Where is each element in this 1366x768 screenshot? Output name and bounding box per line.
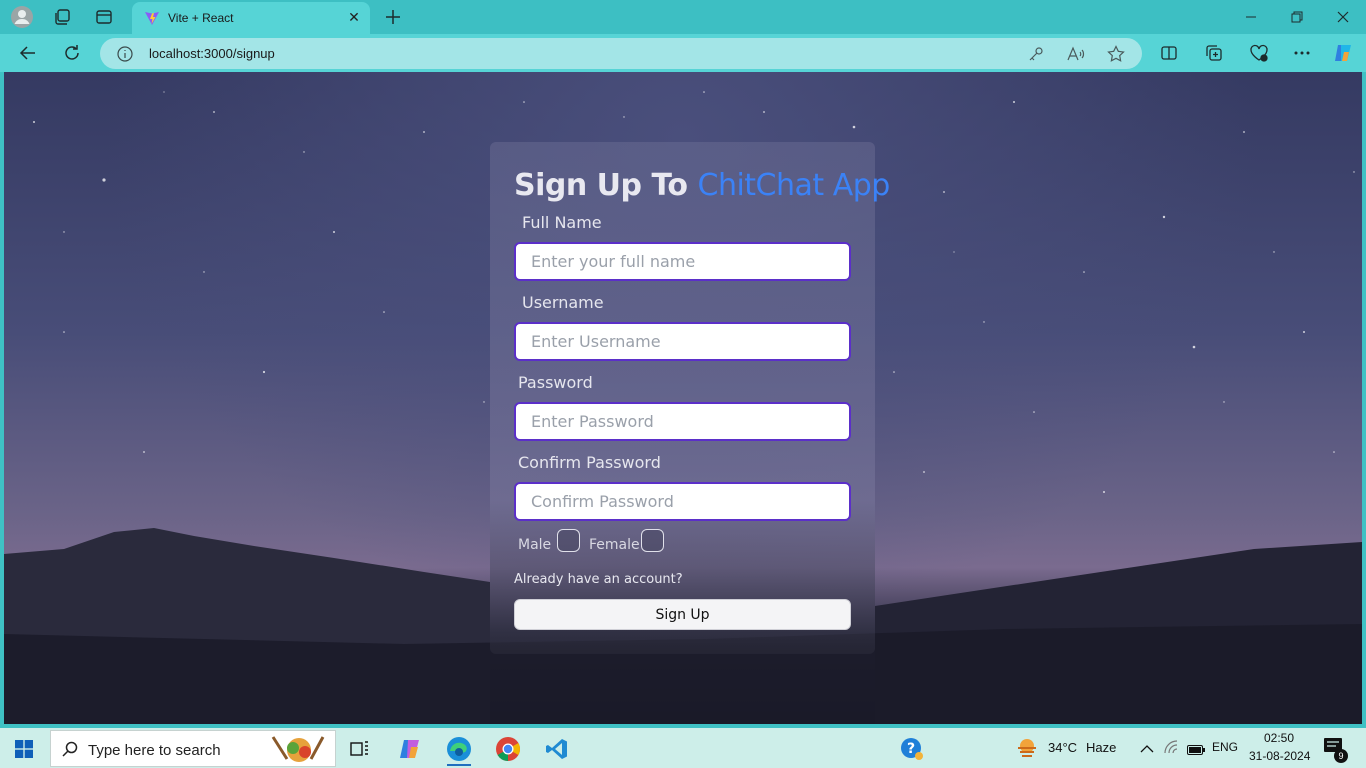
vite-logo-icon bbox=[144, 10, 160, 31]
confirm-password-label: Confirm Password bbox=[518, 453, 661, 472]
confirm-password-input[interactable] bbox=[514, 482, 851, 521]
help-icon[interactable]: ? bbox=[892, 732, 932, 766]
browser-essentials-icon[interactable] bbox=[1247, 41, 1271, 65]
fullname-label: Full Name bbox=[522, 213, 602, 232]
new-tab-icon[interactable] bbox=[381, 5, 405, 29]
weather-desc[interactable]: Haze bbox=[1086, 740, 1116, 755]
copilot-icon[interactable] bbox=[1331, 41, 1355, 65]
title-prefix: Sign Up To bbox=[514, 168, 688, 203]
search-icon bbox=[62, 741, 78, 762]
tab-vite-react[interactable]: Vite + React ✕ bbox=[132, 2, 370, 34]
username-input[interactable] bbox=[514, 322, 851, 361]
fullname-input[interactable] bbox=[514, 242, 851, 281]
close-window-icon[interactable] bbox=[1331, 6, 1355, 28]
clock-date[interactable]: 31-08-2024 bbox=[1249, 749, 1310, 763]
weather-temp[interactable]: 34°C bbox=[1048, 740, 1077, 755]
tab-bar: Vite + React ✕ bbox=[0, 0, 1366, 34]
navigation-bar: localhost:3000/signup bbox=[0, 34, 1366, 72]
workspaces-icon[interactable] bbox=[50, 5, 74, 29]
password-key-icon[interactable] bbox=[1026, 44, 1046, 64]
url-text[interactable]: localhost:3000/signup bbox=[149, 46, 275, 61]
svg-text:?: ? bbox=[907, 741, 915, 757]
close-tab-icon[interactable]: ✕ bbox=[346, 9, 362, 25]
password-label: Password bbox=[518, 373, 593, 392]
signup-button[interactable]: Sign Up bbox=[514, 599, 851, 630]
page-title: Sign Up To ChitChat App bbox=[514, 168, 890, 203]
battery-icon[interactable] bbox=[1187, 742, 1205, 760]
copilot-taskbar-icon[interactable] bbox=[390, 732, 430, 766]
read-aloud-icon[interactable] bbox=[1066, 44, 1086, 64]
more-options-icon[interactable] bbox=[1290, 41, 1314, 65]
haze-weather-icon bbox=[1016, 738, 1038, 763]
login-link[interactable]: Already have an account? bbox=[514, 572, 683, 587]
notification-count-badge: 9 bbox=[1334, 749, 1348, 763]
restore-icon[interactable] bbox=[1285, 6, 1309, 28]
split-screen-icon[interactable] bbox=[1157, 41, 1181, 65]
title-brand: ChitChat App bbox=[697, 168, 891, 203]
language-indicator[interactable]: ENG bbox=[1212, 740, 1238, 754]
collections-icon[interactable] bbox=[1202, 41, 1226, 65]
password-input[interactable] bbox=[514, 402, 851, 441]
profile-icon[interactable] bbox=[10, 5, 34, 29]
taskbar-search-box[interactable]: Type here to search bbox=[50, 730, 336, 767]
search-highlight-icon bbox=[265, 733, 331, 768]
female-checkbox[interactable] bbox=[641, 529, 664, 552]
refresh-icon[interactable] bbox=[60, 41, 84, 65]
taskbar: Type here to search ? 34°C Haze ENG 02:5… bbox=[0, 728, 1366, 768]
minimize-icon[interactable] bbox=[1239, 6, 1263, 28]
show-hidden-icons-chevron-icon[interactable] bbox=[1140, 741, 1154, 759]
favorite-star-icon[interactable] bbox=[1106, 44, 1126, 64]
page-viewport: Sign Up To ChitChat App Full Name Userna… bbox=[4, 72, 1362, 724]
tab-title: Vite + React bbox=[168, 11, 234, 25]
signup-card: Sign Up To ChitChat App Full Name Userna… bbox=[490, 142, 890, 654]
chrome-icon[interactable] bbox=[488, 732, 528, 766]
active-app-indicator bbox=[447, 764, 471, 766]
back-icon[interactable] bbox=[16, 41, 40, 65]
site-info-icon[interactable] bbox=[116, 45, 134, 63]
windows-start-icon[interactable] bbox=[4, 732, 44, 766]
search-placeholder: Type here to search bbox=[88, 742, 221, 759]
male-label: Male bbox=[518, 537, 552, 553]
tab-actions-icon[interactable] bbox=[92, 5, 116, 29]
male-checkbox[interactable] bbox=[557, 529, 580, 552]
female-label: Female bbox=[589, 537, 640, 553]
task-view-icon[interactable] bbox=[340, 732, 380, 766]
network-icon[interactable] bbox=[1164, 740, 1180, 759]
vscode-icon[interactable] bbox=[537, 732, 577, 766]
address-bar[interactable]: localhost:3000/signup bbox=[100, 38, 1142, 69]
clock-time[interactable]: 02:50 bbox=[1264, 731, 1294, 745]
edge-browser-icon[interactable] bbox=[439, 732, 479, 766]
username-label: Username bbox=[522, 293, 604, 312]
